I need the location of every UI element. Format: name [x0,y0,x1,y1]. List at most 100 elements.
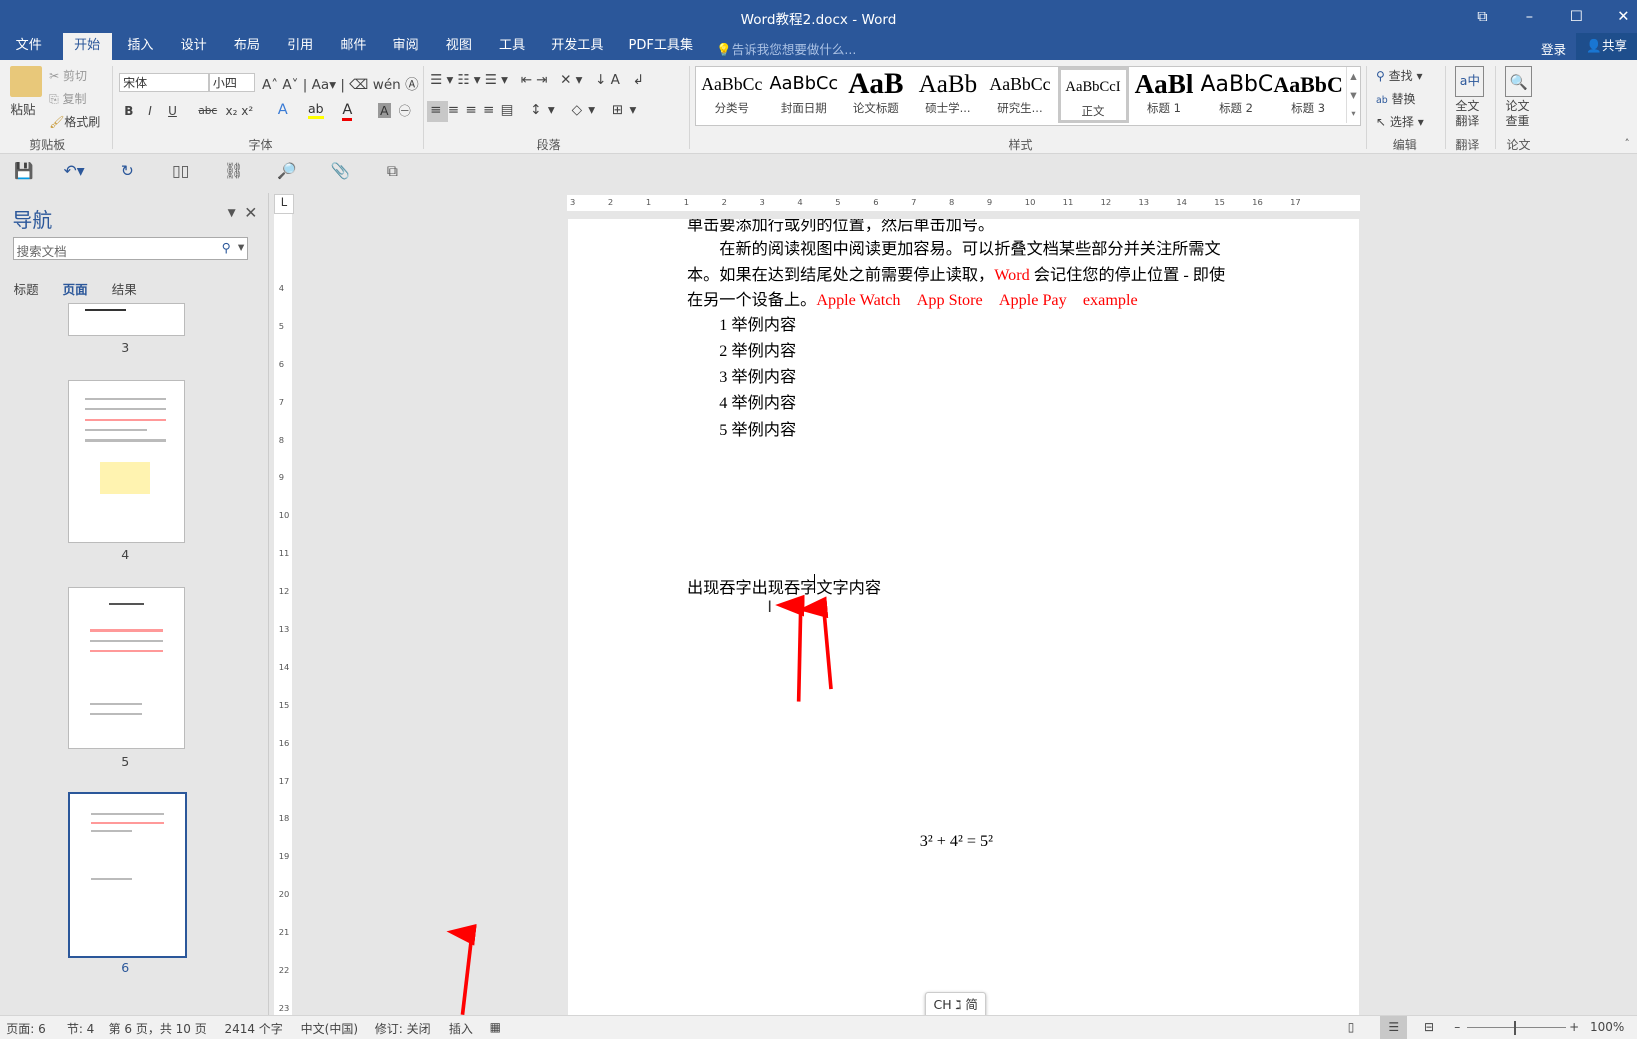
find-button[interactable]: ⚲ 查找 ▾ [1376,67,1422,84]
status-section[interactable]: 节: 4 [67,1020,95,1037]
nav-options-icon[interactable]: ▼ [228,207,236,219]
nav-splitter[interactable] [268,193,270,1015]
status-track-changes[interactable]: 修订: 关闭 [375,1020,431,1037]
alignment-icons[interactable]: ≡≡≡≡▤ ↕▾ ◇▾ ⊞▾ [430,102,642,118]
status-page-count[interactable]: 第 6 页，共 10 页 [109,1020,207,1037]
format-painter-button[interactable]: 🖌格式刷 [49,113,100,130]
tab-references[interactable]: 引用 [276,33,325,59]
page-thumbnail-5[interactable] [67,586,185,750]
plagiarism-check-button[interactable]: 论文查重 [1505,99,1532,128]
print-preview-icon[interactable]: 🔎 [276,161,299,182]
tab-file[interactable]: 文件 [4,33,53,59]
ruler-tick-label: 15 [278,699,290,710]
maximize-button[interactable]: ☐ [1556,4,1598,29]
print-layout-view-icon[interactable]: ☰ [1380,1015,1408,1039]
text-effects-icon[interactable]: A [278,101,288,118]
nav-tab-headings[interactable]: 标题 [14,279,39,298]
highlight-icon[interactable]: ab [307,101,324,120]
enclose-char-icon[interactable]: ㊀ [399,102,411,119]
zoom-in-button[interactable]: + [1569,1020,1579,1034]
attachment-icon[interactable]: 📎 [329,161,352,182]
list-icons[interactable]: ☰▾☷▾☰▾ ⇤⇥ ✕▾ ↓A ↲ [430,72,648,88]
status-word-count[interactable]: 2414 个字 [224,1020,282,1037]
style-item[interactable]: AaBbCc 研究生... [984,67,1055,123]
font-color-icon[interactable]: A [342,101,353,122]
search-icon[interactable]: ⚲ [222,240,231,255]
close-button[interactable]: ✕ [1603,4,1637,29]
nav-tab-pages[interactable]: 页面 [63,279,88,298]
bold-button[interactable]: B [124,104,133,118]
minimize-button[interactable]: – [1509,4,1551,29]
strikethrough-button[interactable]: abc [198,105,217,117]
login-link[interactable]: 登录 [1541,39,1566,58]
style-preview: AaBbCc [989,73,1051,94]
grow-font-icon[interactable]: A˄ A˅ | Aa▾ | ⌫ wén Ⓐ [262,73,419,93]
document-compare-icon[interactable]: ⧉ [381,161,404,182]
web-layout-view-icon[interactable]: ⊟ [1424,1020,1434,1034]
zoom-out-button[interactable]: – [1454,1020,1460,1034]
undo-icon[interactable]: ↶▾ [63,161,86,182]
vertical-ruler[interactable]: 456789101112131415161718192021222324 [273,214,293,1015]
subscript-superscript-icons[interactable]: x₂ x² [226,104,254,118]
tell-me-box[interactable]: 💡告诉我您想要做什么... [716,39,856,58]
style-item[interactable]: AaB 论文标题 [840,67,911,123]
style-item[interactable]: AaBbC 标题 2 [1201,67,1272,123]
paste-button[interactable]: 粘贴 [10,99,35,118]
tab-tools[interactable]: 工具 [488,33,537,59]
underline-button[interactable]: U [168,104,177,118]
nav-search-input[interactable]: 搜索文档 ⚲ ▼ [12,236,249,260]
redo-icon[interactable]: ↻ [116,161,139,182]
style-item[interactable]: AaBbC 标题 3 [1273,67,1344,123]
collapse-ribbon-icon[interactable]: ˄ [1624,138,1629,150]
tab-mailings[interactable]: 邮件 [329,33,378,59]
read-mode-view-icon[interactable]: ▯ [1348,1020,1355,1034]
style-item[interactable]: AaBb 硕士学... [912,67,983,123]
save-icon[interactable]: 💾 [13,161,36,182]
font-size-select[interactable]: 小四 [208,73,255,92]
tab-insert[interactable]: 插入 [116,33,165,59]
select-button[interactable]: ↖ 选择 ▾ [1376,113,1424,130]
divider [1444,65,1446,150]
status-page[interactable]: 页面: 6 [6,1020,46,1037]
tab-view[interactable]: 视图 [434,33,483,59]
search-dropdown-icon[interactable]: ▼ [238,242,244,252]
page-thumbnail-6-current[interactable] [67,792,187,959]
ribbon-display-icon[interactable]: ⧉ [1462,4,1504,29]
tab-developer[interactable]: 开发工具 [540,33,615,59]
page-thumbnail-4[interactable] [67,379,185,543]
char-shading-icon[interactable]: A [377,103,391,119]
read-mode-icon[interactable]: ▯▯ [169,161,192,182]
italic-button[interactable]: I [148,104,152,118]
status-insert-mode[interactable]: 插入 [449,1020,473,1037]
nav-tab-results[interactable]: 结果 [112,279,137,298]
zoom-slider[interactable] [1466,1027,1566,1029]
style-item[interactable]: AaBl 标题 1 [1129,67,1200,123]
style-item[interactable]: AaBbCc 分类号 [696,67,767,123]
gallery-scroll[interactable]: ▲ ▼ ▾ [1345,66,1361,124]
page-thumbnail-3[interactable] [67,302,185,337]
tab-review[interactable]: 审阅 [381,33,430,59]
nav-close-icon[interactable]: ✕ [244,203,257,222]
tab-layout[interactable]: 布局 [222,33,271,59]
font-name-select[interactable]: 宋体 [119,73,209,92]
tab-design[interactable]: 设计 [169,33,218,59]
macro-icon[interactable]: ▦ [490,1020,501,1034]
zoom-level[interactable]: 100% [1590,1020,1624,1034]
replace-button[interactable]: ab 替换 [1376,90,1416,107]
full-translate-button[interactable]: 全文翻译 [1455,99,1482,128]
ruler-tick-label: 1 [683,197,690,208]
horizontal-ruler[interactable]: 3 2 1 1 2 3 4 5 6 7 8 9 10 11 12 13 14 15 16 17 [566,195,1361,211]
document-page[interactable]: 单击要添加行或列的位置，然后单击加号。 在新的阅读视图中阅读更加容易。可以折叠文… [567,219,1360,1015]
tab-stop-selector[interactable]: L [273,194,295,214]
zoom-slider-thumb[interactable] [1513,1020,1516,1035]
style-item-selected[interactable]: AaBbCcI 正文 [1057,66,1129,124]
copy-button[interactable]: ⎘ 复制 [49,90,86,107]
cut-button[interactable]: ✂ 剪切 [49,67,87,84]
tab-home[interactable]: 开始 [62,33,112,60]
style-item[interactable]: AaBbCc 封面日期 [768,67,839,123]
link-icon[interactable]: ⛓ [222,161,245,182]
tab-pdf-tools[interactable]: PDF工具集 [617,33,705,59]
share-button[interactable]: 👤共享 [1576,33,1637,60]
status-language[interactable]: 中文(中国) [301,1020,358,1037]
ruler-tick-label: 10 [278,510,290,521]
